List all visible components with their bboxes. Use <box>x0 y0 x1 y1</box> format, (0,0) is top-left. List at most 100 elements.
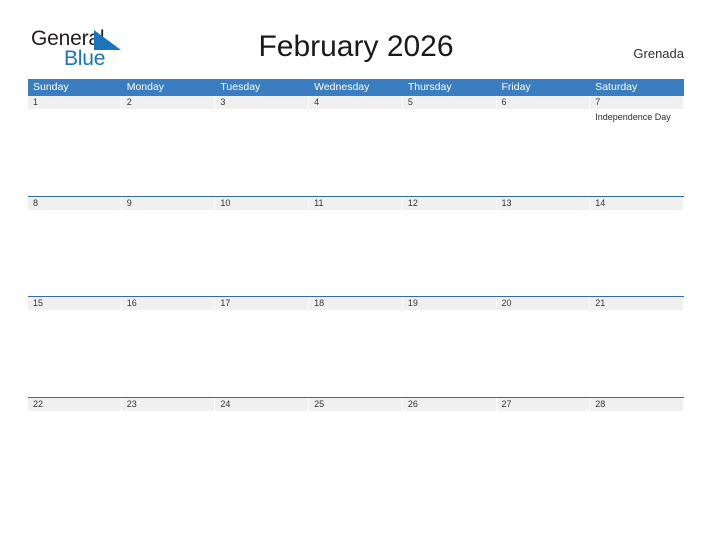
day-events <box>215 210 309 212</box>
day-events <box>590 411 684 413</box>
day-cell[interactable]: 9 <box>121 196 216 295</box>
day-events <box>403 411 497 413</box>
day-cell[interactable]: 20 <box>496 297 591 396</box>
day-events <box>590 210 684 212</box>
day-cell[interactable]: 15 <box>28 297 122 396</box>
day-cell[interactable]: 28 <box>590 397 684 496</box>
day-events <box>28 210 122 212</box>
day-number: 25 <box>309 397 403 411</box>
day-cell[interactable]: 11 <box>309 196 403 295</box>
day-cell[interactable]: 5 <box>402 96 497 195</box>
day-cell[interactable]: 23 <box>121 397 216 496</box>
weekday-header-monday: Monday <box>126 81 165 93</box>
calendar-page: General Blue February 2026 Grenada Sunda… <box>0 0 712 550</box>
day-number: 12 <box>402 196 497 210</box>
day-cell[interactable]: 4 <box>309 96 403 195</box>
day-events <box>122 310 216 312</box>
weekday-header-wednesday: Wednesday <box>314 81 370 93</box>
day-cell[interactable]: 7 Independence Day <box>590 96 684 195</box>
weekday-header-tuesday: Tuesday <box>220 81 261 93</box>
day-number: 16 <box>121 297 216 310</box>
day-events <box>215 411 309 413</box>
region-label: Grenada <box>633 46 684 61</box>
day-number: 10 <box>215 196 310 210</box>
day-events <box>309 210 403 212</box>
day-number: 11 <box>309 196 403 210</box>
day-cell[interactable]: 18 <box>309 297 403 396</box>
day-number: 20 <box>496 297 591 310</box>
day-events <box>309 109 403 111</box>
day-number: 14 <box>590 196 684 210</box>
day-events <box>497 210 591 212</box>
day-number: 15 <box>28 297 122 310</box>
day-number: 8 <box>28 196 122 210</box>
day-number: 9 <box>121 196 216 210</box>
day-number: 3 <box>215 96 310 109</box>
weekday-header-sunday: Sunday <box>33 81 69 93</box>
day-number: 18 <box>309 297 403 310</box>
day-number: 27 <box>496 397 591 411</box>
day-number: 17 <box>215 297 310 310</box>
day-number: 13 <box>496 196 591 210</box>
day-events <box>497 411 591 413</box>
day-events <box>497 109 591 111</box>
day-events <box>28 411 122 413</box>
day-events: Independence Day <box>590 109 684 123</box>
day-number: 23 <box>121 397 216 411</box>
day-events <box>403 109 497 111</box>
day-cell[interactable]: 2 <box>121 96 216 195</box>
day-cell[interactable]: 26 <box>402 397 497 496</box>
day-events <box>122 109 216 111</box>
day-events <box>403 310 497 312</box>
day-number: 24 <box>215 397 310 411</box>
day-cell[interactable]: 16 <box>121 297 216 396</box>
day-events <box>590 310 684 312</box>
day-cell[interactable]: 25 <box>309 397 403 496</box>
day-cell[interactable]: 27 <box>496 397 591 496</box>
calendar-grid: Sunday Monday Tuesday Wednesday Thursday… <box>28 79 684 497</box>
day-cell[interactable]: 1 <box>28 96 122 195</box>
day-events <box>215 310 309 312</box>
day-number: 22 <box>28 397 122 411</box>
day-number: 21 <box>590 297 684 310</box>
day-cell[interactable]: 14 <box>590 196 684 295</box>
day-cell[interactable]: 19 <box>402 297 497 396</box>
day-number: 19 <box>402 297 497 310</box>
weekday-header-friday: Friday <box>501 81 531 93</box>
day-cell[interactable]: 12 <box>402 196 497 295</box>
weekday-header-saturday: Saturday <box>595 81 638 93</box>
holiday-label: Independence Day <box>595 112 671 122</box>
day-cell[interactable]: 10 <box>215 196 310 295</box>
day-events <box>122 210 216 212</box>
day-cell[interactable]: 6 <box>496 96 591 195</box>
week-row: 1 2 3 4 5 6 7 Independence Day <box>28 96 684 196</box>
day-number: 5 <box>402 96 497 109</box>
day-events <box>403 210 497 212</box>
day-events <box>28 310 122 312</box>
day-cell[interactable]: 3 <box>215 96 310 195</box>
page-header: General Blue February 2026 Grenada <box>0 0 712 76</box>
day-events <box>497 310 591 312</box>
day-cell[interactable]: 13 <box>496 196 591 295</box>
day-number: 7 <box>590 96 684 109</box>
day-number: 1 <box>28 96 122 109</box>
day-events <box>215 109 309 111</box>
day-events <box>28 109 122 111</box>
day-events <box>122 411 216 413</box>
day-events <box>309 310 403 312</box>
week-row: 15 16 17 18 19 20 21 <box>28 296 684 397</box>
day-number: 6 <box>496 96 591 109</box>
weekday-header-thursday: Thursday <box>407 81 452 93</box>
day-number: 4 <box>309 96 403 109</box>
day-cell[interactable]: 21 <box>590 297 684 396</box>
day-number: 28 <box>590 397 684 411</box>
day-cell[interactable]: 17 <box>215 297 310 396</box>
week-row: 22 23 24 25 26 27 28 <box>28 396 684 498</box>
weekday-header-row: Sunday Monday Tuesday Wednesday Thursday… <box>28 79 684 96</box>
day-events <box>309 411 403 413</box>
day-cell[interactable]: 8 <box>28 196 122 295</box>
day-cell[interactable]: 24 <box>215 397 310 496</box>
page-title: February 2026 <box>258 30 454 63</box>
week-row: 8 9 10 11 12 13 14 <box>28 195 684 297</box>
day-cell[interactable]: 22 <box>28 397 122 496</box>
